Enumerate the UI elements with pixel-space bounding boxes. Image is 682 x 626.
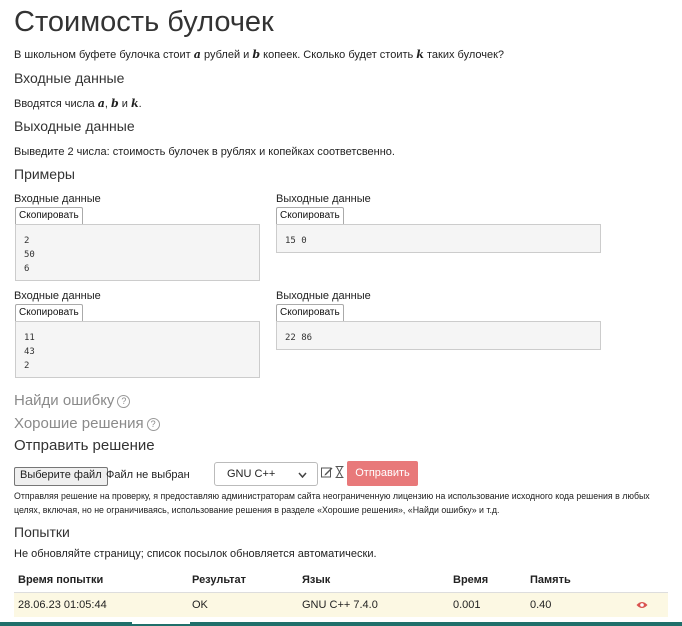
example-input-box: 11 43 2 (15, 321, 260, 378)
table-row[interactable]: 28.06.23 01:05:44 OK GNU C++ 7.4.0 0.001… (14, 592, 668, 617)
input-text: Вводятся числа (14, 98, 95, 110)
column-header: Память (530, 574, 571, 586)
help-icon[interactable]: ? (146, 418, 160, 431)
statement-text: копеек. Сколько будет стоить (263, 49, 414, 61)
choose-file-button[interactable]: Выберите файл (14, 467, 108, 486)
good-solutions-link[interactable]: Хорошие решения? (14, 415, 160, 432)
attempts-heading: Попытки (14, 524, 70, 540)
example-input-label: Входные данные (14, 290, 101, 302)
input-heading: Входные данные (14, 70, 125, 86)
var-k: k (416, 48, 424, 61)
var-a: a (193, 48, 201, 61)
separator: . (138, 98, 142, 110)
examples-heading: Примеры (14, 166, 75, 182)
find-error-link[interactable]: Найди ошибку? (14, 392, 131, 409)
license-notice: Отправляя решение на проверку, я предост… (14, 491, 650, 515)
attempt-run-time: 0.001 (453, 599, 481, 611)
eye-icon[interactable] (636, 601, 648, 609)
hourglass-icon (335, 466, 344, 478)
var-a: a (97, 97, 105, 110)
bottom-bar-gap (132, 622, 190, 624)
language-select[interactable]: GNU C++ (214, 462, 318, 486)
help-icon[interactable]: ? (117, 395, 131, 408)
submit-heading: Отправить решение (14, 437, 155, 454)
statement-text: таких булочек? (426, 49, 505, 61)
problem-statement: В школьном буфете булочка стоит a рублей… (14, 48, 504, 61)
attempt-result: OK (192, 599, 208, 611)
statement-text: рублей и (204, 49, 250, 61)
column-header: Язык (302, 574, 331, 586)
attempt-memory: 0.40 (530, 599, 552, 611)
example-input-box: 2 50 6 (15, 224, 260, 281)
output-description: Выведите 2 числа: стоимость булочек в ру… (14, 146, 395, 158)
example-output-label: Выходные данные (276, 290, 371, 302)
attempt-time: 28.06.23 01:05:44 (18, 599, 107, 611)
language-value: GNU C++ (227, 468, 276, 480)
example-output-label: Выходные данные (276, 193, 371, 205)
separator: и (121, 98, 128, 110)
column-header: Результат (192, 574, 247, 586)
page-title: Стоимость булочек (14, 6, 274, 38)
statement-text: В школьном буфете булочка стоит (14, 49, 191, 61)
good-solutions-label: Хорошие решения (14, 415, 144, 432)
var-b: b (110, 97, 119, 110)
example-input-label: Входные данные (14, 193, 101, 205)
input-description: Вводятся числа a, b и k. (14, 97, 142, 110)
column-header: Время попытки (18, 574, 104, 586)
chevron-down-icon (298, 472, 307, 478)
submit-button[interactable]: Отправить (347, 461, 418, 486)
edit-icon[interactable] (321, 466, 333, 478)
attempts-note: Не обновляйте страницу; список посылок о… (14, 548, 377, 560)
output-heading: Выходные данные (14, 118, 135, 134)
column-header: Время (453, 574, 489, 586)
find-error-label: Найди ошибку (14, 392, 115, 409)
bottom-bar (0, 622, 682, 626)
separator: , (104, 98, 108, 110)
example-output-box: 22 86 (276, 321, 601, 350)
attempt-language: GNU C++ 7.4.0 (302, 599, 378, 611)
var-k: k (130, 97, 139, 110)
file-status: Файл не выбран (106, 469, 190, 481)
example-output-box: 15 0 (276, 224, 601, 253)
var-b: b (252, 48, 261, 61)
